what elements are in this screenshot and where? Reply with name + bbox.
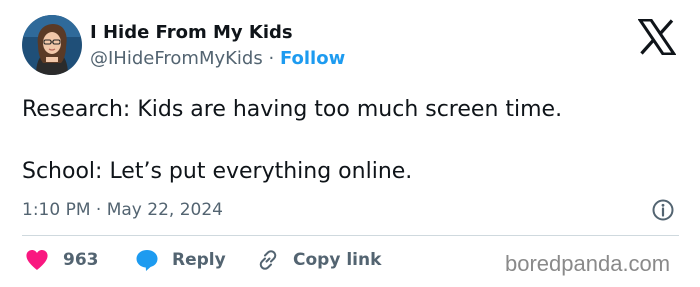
handle-separator: · [268,48,275,69]
speech-bubble-icon [136,250,158,271]
tweet-text-line-2: School: Let’s put everything online. [22,159,413,184]
reply-label: Reply [172,250,226,270]
heart-icon [26,250,48,270]
follow-button[interactable]: Follow [280,48,345,69]
tweet-timestamp[interactable]: 1:10 PM · May 22, 2024 [22,198,223,222]
avatar[interactable] [22,15,82,75]
watermark: boredpanda.com [505,251,671,276]
reply-button[interactable]: Reply [135,247,226,273]
link-icon [259,250,277,270]
like-count: 963 [63,250,99,270]
author-handle-row: @IHideFromMyKids · Follow [90,47,345,71]
divider [22,235,679,236]
x-logo-icon[interactable] [637,18,677,56]
info-icon[interactable] [651,198,675,222]
avatar-image [22,15,82,75]
tweet-text-line-1: Research: Kids are having too much scree… [22,97,563,122]
copy-link-label: Copy link [293,250,382,270]
author-handle[interactable]: @IHideFromMyKids [90,48,263,69]
like-button[interactable]: 963 [25,247,99,273]
copy-link-button[interactable]: Copy link [256,247,381,273]
author-display-name[interactable]: I Hide From My Kids [90,21,293,45]
